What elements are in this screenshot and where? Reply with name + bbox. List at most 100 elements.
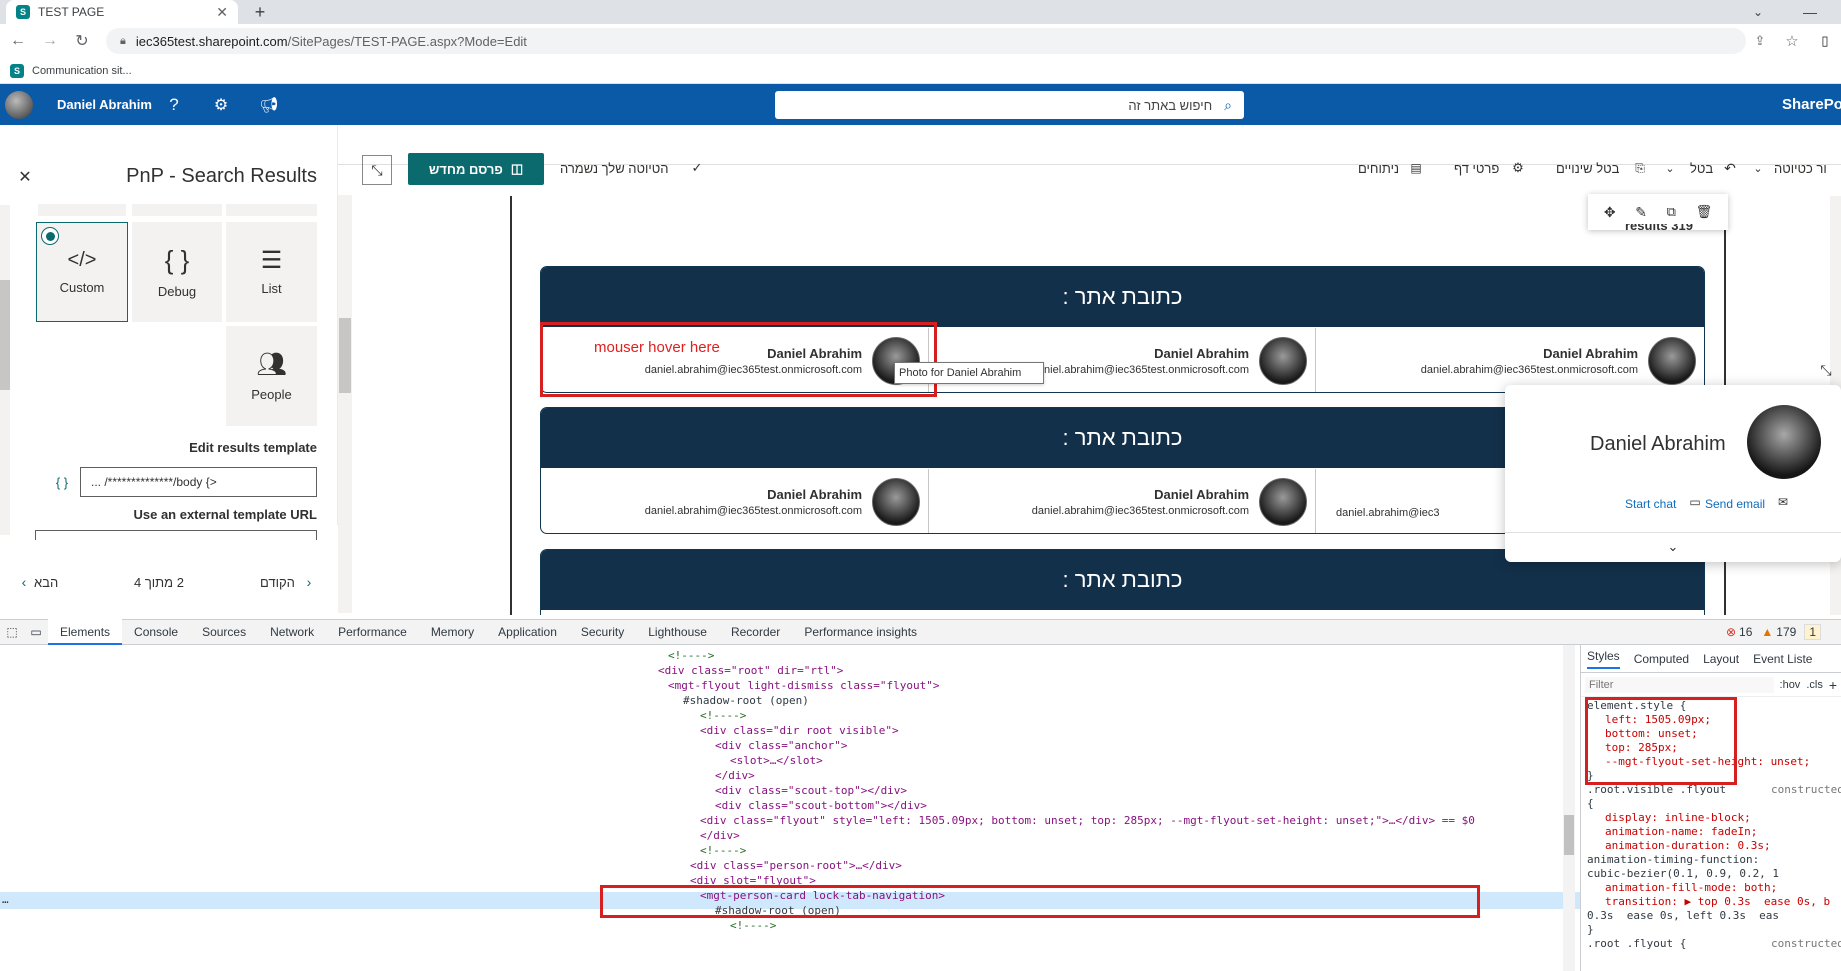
edit-pencil-icon[interactable]: ✎ bbox=[1635, 204, 1647, 221]
style-rule-line[interactable]: animation-name: fadeIn; bbox=[1605, 825, 1757, 839]
style-rule-line[interactable]: 0.3s ease 0s, left 0.3s eas bbox=[1587, 909, 1779, 923]
inspect-icon[interactable]: ⬚ bbox=[0, 625, 24, 639]
help-icon[interactable]: ? bbox=[163, 94, 185, 116]
settings-gear-icon[interactable]: ⚙ bbox=[210, 94, 232, 116]
style-rule-line[interactable]: animation-timing-function: bbox=[1587, 853, 1759, 867]
layout-list[interactable]: ☰ List bbox=[226, 222, 317, 322]
tab-list-chevron-icon[interactable]: ⌄ bbox=[1748, 2, 1768, 22]
person-item[interactable]: Daniel Abrahim daniel.abrahim@iec365test.… bbox=[929, 469, 1315, 535]
close-tab-icon[interactable]: ✕ bbox=[216, 4, 228, 21]
browser-tab[interactable]: S TEST PAGE ✕ bbox=[6, 0, 238, 24]
braces-edit-icon[interactable]: { } bbox=[52, 472, 72, 492]
style-rule-line[interactable]: constructed st bbox=[1771, 937, 1841, 951]
error-count-badge[interactable]: ⊗ 16 ▲ 179 bbox=[1726, 625, 1796, 639]
minimize-icon[interactable]: — bbox=[1800, 2, 1820, 22]
style-rule-line[interactable]: animation-duration: 0.3s; bbox=[1605, 839, 1771, 853]
elements-scrollbar-thumb[interactable] bbox=[1564, 815, 1574, 855]
styles-subtab[interactable]: Event Liste bbox=[1753, 652, 1812, 666]
share-icon[interactable]: ⇪ bbox=[1750, 31, 1770, 51]
devtools-tab-memory[interactable]: Memory bbox=[419, 619, 486, 645]
elements-scrollbar[interactable] bbox=[1563, 645, 1575, 971]
delete-icon[interactable]: 🗑︎ bbox=[1696, 204, 1713, 220]
style-rule-line[interactable]: cubic-bezier(0.1, 0.9, 0.2, 1 bbox=[1587, 867, 1779, 881]
save-draft-button[interactable]: ור כטיוטה bbox=[1774, 161, 1841, 176]
style-rule-line[interactable]: display: inline-block; bbox=[1605, 811, 1751, 825]
back-icon[interactable]: ← bbox=[8, 31, 28, 51]
style-rule-line[interactable]: transition: ▶ top 0.3s ease 0s, b bbox=[1605, 895, 1830, 909]
devtools-tab-application[interactable]: Application bbox=[486, 619, 569, 645]
user-avatar[interactable] bbox=[5, 91, 33, 119]
address-bar[interactable]: 🔒︎ iec365test.sharepoint.com/SitePages/T… bbox=[106, 28, 1746, 54]
chevron-left-icon[interactable]: ‹ bbox=[18, 574, 30, 590]
person-photo[interactable] bbox=[1648, 337, 1696, 385]
analytics-button[interactable]: ניתוחים bbox=[1358, 161, 1399, 176]
new-tab-icon[interactable]: + bbox=[250, 2, 270, 22]
person-photo[interactable] bbox=[872, 478, 920, 526]
styles-subtab[interactable]: Layout bbox=[1703, 652, 1739, 666]
style-rule-line[interactable]: .root.visible .flyout bbox=[1587, 783, 1726, 797]
devtools-tab-recorder[interactable]: Recorder bbox=[719, 619, 792, 645]
style-rule-line[interactable]: } bbox=[1587, 923, 1594, 937]
styles-filter-input[interactable]: Filter bbox=[1585, 676, 1774, 693]
style-rule-line[interactable]: { bbox=[1587, 797, 1594, 811]
publish-button[interactable]: פרסם מחדש ◫ bbox=[408, 153, 544, 185]
styles-subtab[interactable]: Computed bbox=[1634, 652, 1689, 666]
bookmark-item[interactable]: Communication sit... bbox=[32, 65, 132, 77]
collapse-pane-icon[interactable]: ⤡ bbox=[362, 155, 392, 185]
close-pane-icon[interactable]: ✕ bbox=[16, 168, 34, 186]
star-icon[interactable]: ☆ bbox=[1782, 31, 1802, 51]
forward-icon[interactable]: → bbox=[40, 31, 60, 51]
duplicate-icon[interactable]: ⧉ bbox=[1667, 204, 1676, 220]
undo-button[interactable]: בטל bbox=[1690, 161, 1713, 176]
pane-right-scrollbar-thumb[interactable] bbox=[339, 318, 351, 393]
template-text-field[interactable]: ... /**************/body {> bbox=[80, 467, 317, 497]
device-toolbar-icon[interactable]: ▭ bbox=[24, 625, 48, 639]
sharepoint-brand[interactable]: SharePoi bbox=[1782, 96, 1841, 113]
devtools-tab-sources[interactable]: Sources bbox=[190, 619, 258, 645]
pager-next[interactable]: הבא bbox=[34, 575, 58, 590]
person-photo[interactable] bbox=[1259, 337, 1307, 385]
dom-node[interactable]: <div class="flyout" style="left: 1505.09… bbox=[700, 812, 1475, 829]
devtools-tab-performance[interactable]: Performance bbox=[326, 619, 419, 645]
pane-left-scrollbar-thumb[interactable] bbox=[0, 280, 10, 390]
devtools-tab-network[interactable]: Network bbox=[258, 619, 326, 645]
page-details-button[interactable]: פרטי דף bbox=[1454, 161, 1499, 176]
expand-chevron-icon[interactable]: ⌄ bbox=[1665, 539, 1681, 555]
send-email-button[interactable]: Send email bbox=[1705, 497, 1765, 511]
dom-node[interactable]: <!----> bbox=[730, 917, 776, 934]
person-item[interactable]: Daniel Abrahim daniel.abrahim@iec365test.… bbox=[929, 328, 1315, 394]
megaphone-icon[interactable]: 📢︎ bbox=[258, 94, 280, 116]
styles-subtab[interactable]: Styles bbox=[1587, 649, 1620, 669]
person-item[interactable]: Daniel Abrahim daniel.abrahim@iec365test.… bbox=[541, 469, 928, 535]
devtools-tab-lighthouse[interactable]: Lighthouse bbox=[636, 619, 719, 645]
reload-icon[interactable]: ↻ bbox=[72, 31, 92, 51]
external-url-input[interactable] bbox=[35, 530, 317, 540]
devtools-tab-elements[interactable]: Elements bbox=[48, 619, 123, 645]
style-rule-line[interactable]: animation-fill-mode: both; bbox=[1605, 881, 1777, 895]
sidebar-toggle-icon[interactable]: ▯ bbox=[1815, 31, 1835, 51]
add-rule-icon[interactable]: + bbox=[1829, 677, 1837, 693]
start-chat-button[interactable]: Start chat bbox=[1625, 497, 1676, 511]
pane-right-scrollbar[interactable] bbox=[338, 195, 352, 613]
person-photo[interactable] bbox=[1259, 478, 1307, 526]
undo-dropdown-icon[interactable]: ⌄ bbox=[1664, 160, 1676, 176]
site-search-input[interactable]: חיפוש באתר זה ⌕ bbox=[775, 91, 1244, 119]
discard-changes-button[interactable]: בטל שינויים bbox=[1556, 161, 1619, 176]
style-rule-line[interactable]: constructed st bbox=[1771, 783, 1841, 797]
issues-badge[interactable]: 1 bbox=[1804, 624, 1821, 640]
cls-toggle[interactable]: .cls bbox=[1806, 679, 1823, 691]
layout-debug[interactable]: { } Debug bbox=[132, 222, 222, 322]
dom-ellipsis[interactable]: … bbox=[2, 893, 9, 906]
save-dropdown-icon[interactable]: ⌄ bbox=[1752, 160, 1764, 176]
layout-people[interactable]: 👥︎ People bbox=[226, 326, 317, 426]
chevron-right-icon[interactable]: › bbox=[303, 574, 315, 590]
devtools-tab-security[interactable]: Security bbox=[569, 619, 636, 645]
suitebar-user-name[interactable]: Daniel Abrahim bbox=[57, 97, 152, 112]
hov-toggle[interactable]: :hov bbox=[1780, 679, 1801, 691]
devtools-tab-performance-insights[interactable]: Performance insights bbox=[792, 619, 929, 645]
layout-custom[interactable]: </> Custom bbox=[36, 222, 128, 322]
resize-arrow-icon[interactable]: ⤡ bbox=[1818, 362, 1834, 378]
pager-prev[interactable]: הקודם bbox=[260, 575, 295, 590]
style-rule-line[interactable]: .root .flyout { bbox=[1587, 937, 1686, 951]
devtools-tab-console[interactable]: Console bbox=[122, 619, 190, 645]
